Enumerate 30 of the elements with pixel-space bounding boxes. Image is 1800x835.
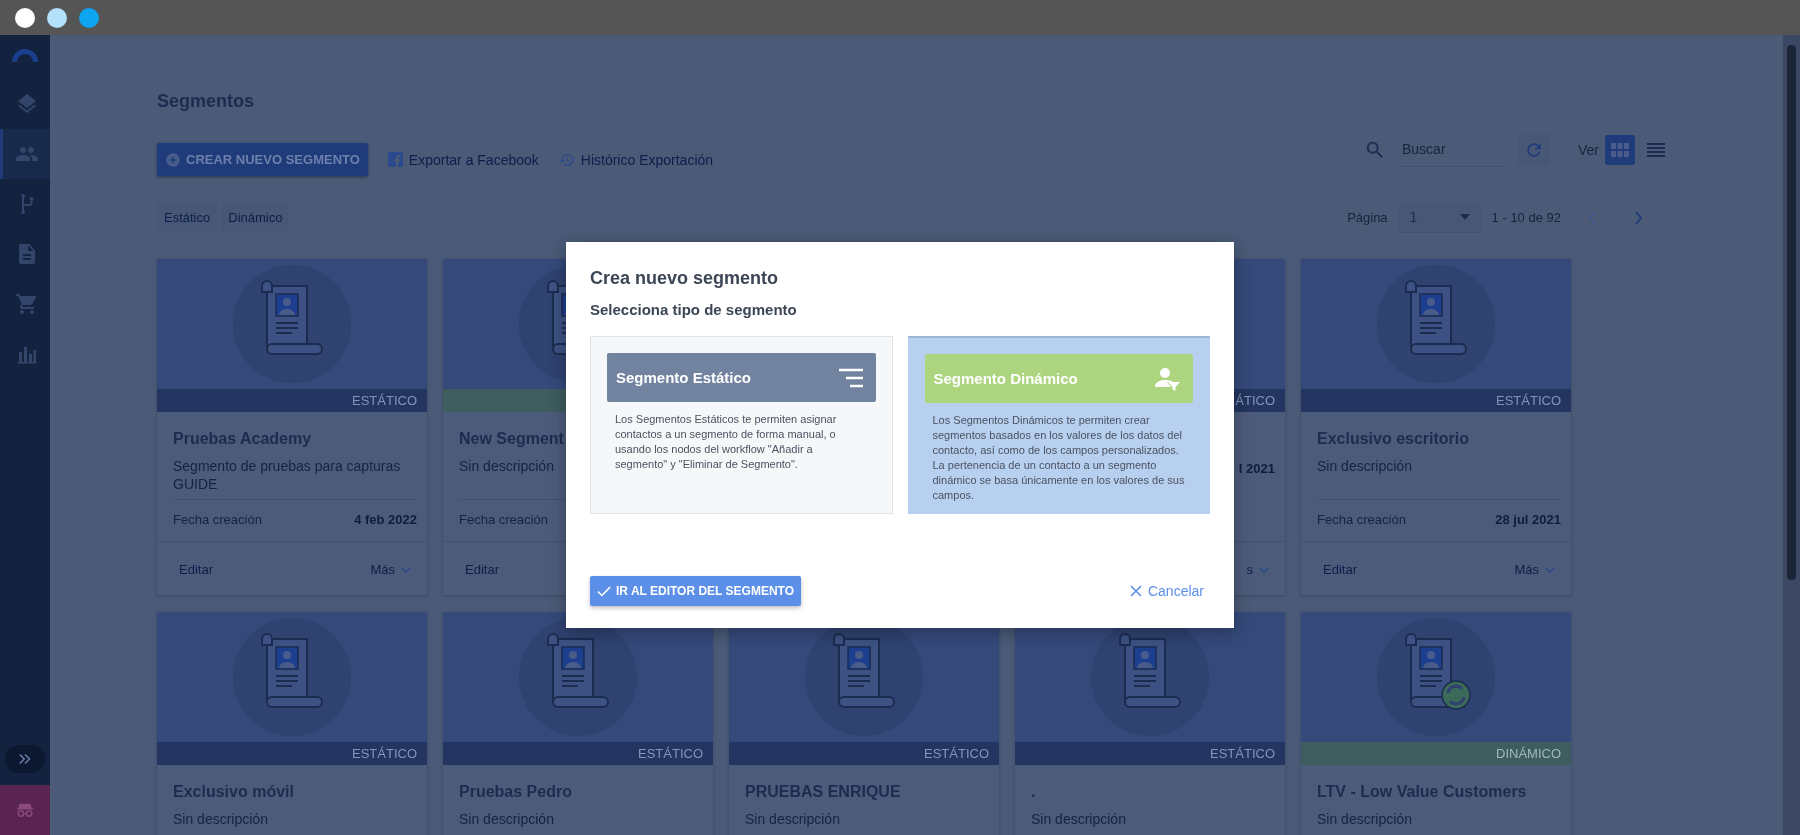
- card-description: Sin descripción: [1317, 457, 1561, 500]
- card-description: Sin descripción: [459, 810, 703, 835]
- card-description: Sin descripción: [173, 810, 417, 835]
- creation-date: 28 jul 2021: [1495, 512, 1561, 527]
- option-description: Los Segmentos Dinámicos te permiten crear segmentos basados en los valores de los datos del contacto, así como de los campos personalizados. La pertenencia de un contacto a un segmento dinámico se basa únicamente en los valores de sus campos.: [932, 413, 1185, 503]
- type-label: ESTÁTICO: [1496, 393, 1561, 408]
- page-label: Página: [1347, 210, 1388, 225]
- type-label: ÁTICO: [1235, 393, 1275, 408]
- date-label: Fecha creación: [459, 512, 548, 527]
- type-label: ESTÁTICO: [352, 746, 417, 761]
- option-title: Segmento Dinámico: [933, 370, 1078, 387]
- date-label: Fecha creación: [173, 512, 262, 527]
- option-title: Segmento Estático: [616, 369, 752, 386]
- card-title: .: [1031, 783, 1036, 802]
- card-description: Sin descripción: [1317, 810, 1561, 835]
- card-description: Sin descripción: [745, 810, 989, 835]
- card-description: Sin descripción: [1031, 810, 1275, 835]
- type-label: DINÁMICO: [1496, 746, 1561, 761]
- creation-date: l 2021: [1238, 461, 1275, 476]
- type-label: ESTÁTICO: [1210, 746, 1275, 761]
- view-label: Ver: [1578, 141, 1599, 158]
- dialog-title: Crea nuevo segmento: [590, 268, 780, 289]
- card-description: Segmento de pruebas para capturas GUIDE: [173, 457, 417, 500]
- creation-date: 4 feb 2022: [354, 512, 417, 527]
- page-range: 1 - 10 de 92: [1491, 210, 1561, 225]
- type-label: ESTÁTICO: [638, 746, 703, 761]
- date-label: Fecha creación: [1317, 512, 1406, 527]
- dialog-subtitle: Selecciona tipo de segmento: [590, 301, 798, 318]
- type-label: ESTÁTICO: [924, 746, 989, 761]
- type-label: ESTÁTICO: [352, 393, 417, 408]
